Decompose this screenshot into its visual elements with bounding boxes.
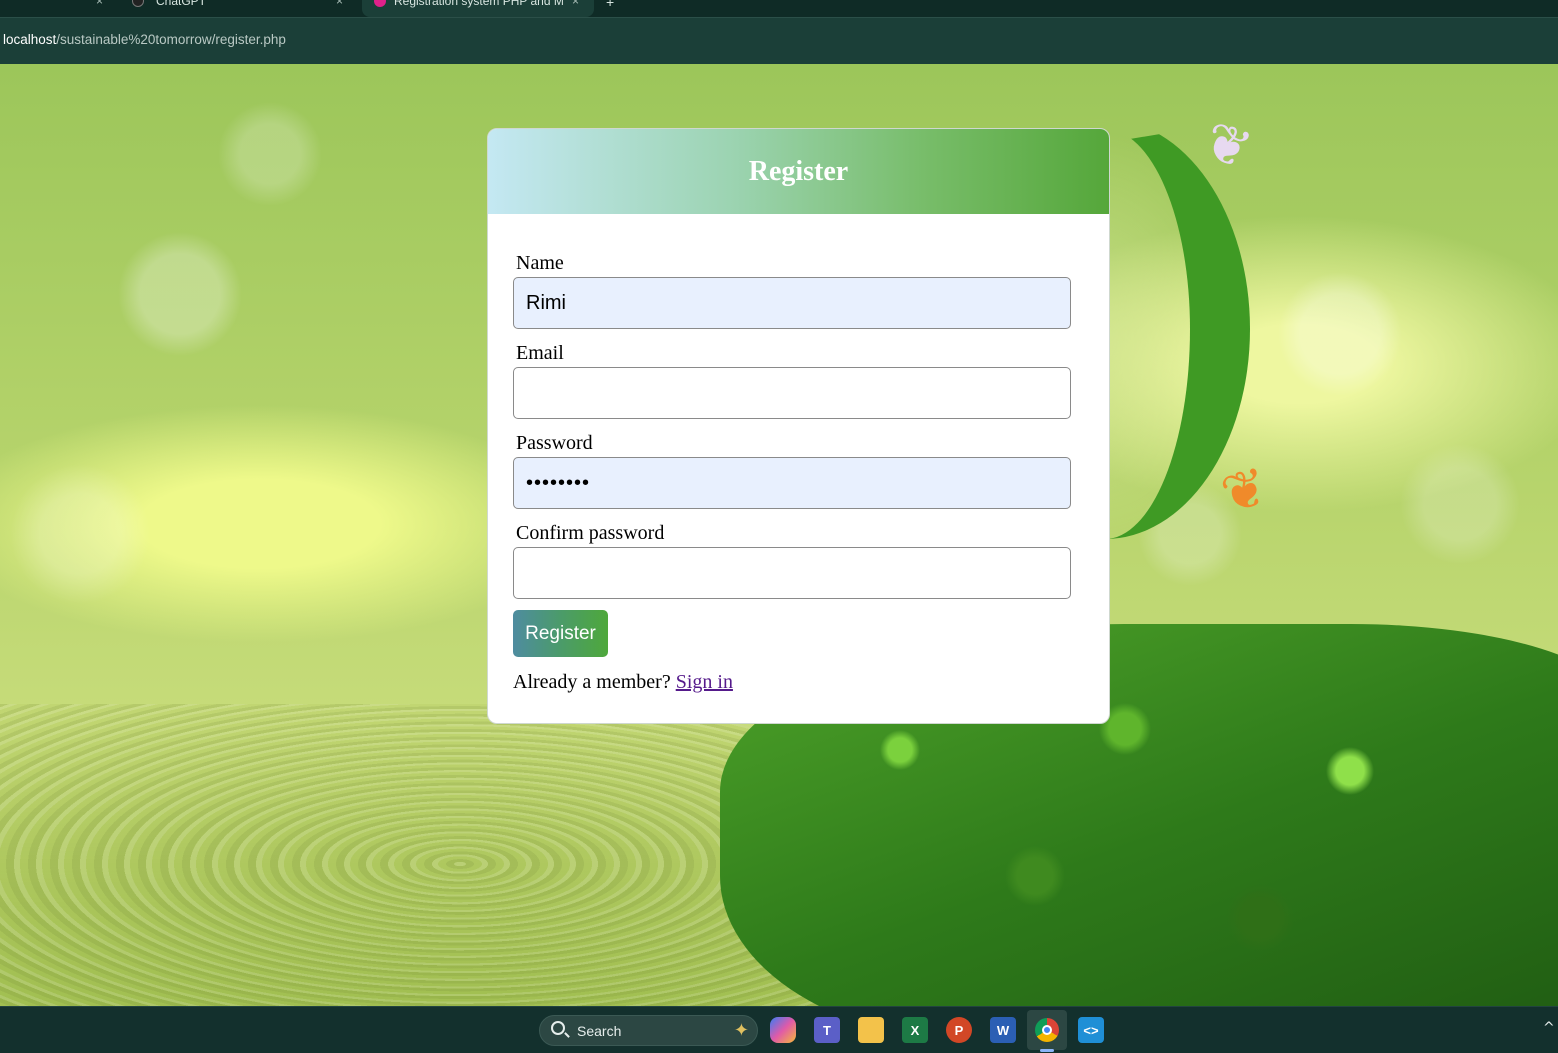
new-tab-button[interactable]: + <box>606 0 614 10</box>
url-path: /sustainable%20tomorrow/register.php <box>56 32 286 47</box>
search-highlight-icon: ✦ <box>733 1020 749 1040</box>
signin-prompt: Already a member? <box>513 671 671 693</box>
chrome-icon <box>1035 1018 1059 1042</box>
registration-favicon-icon <box>374 0 386 7</box>
butterfly-icon: ❦ <box>1196 110 1260 182</box>
url-host: localhost <box>3 32 57 47</box>
name-label: Name <box>516 252 564 274</box>
windows-start-icon[interactable] <box>502 1018 526 1042</box>
active-app-indicator <box>1040 1049 1054 1052</box>
browser-tab-chatgpt[interactable]: ChatGPT × <box>120 0 360 17</box>
register-button[interactable]: Register <box>513 610 608 657</box>
page-background: ❦ ❦ Register Name Email Password Confirm… <box>0 64 1558 1006</box>
confirm-password-field[interactable] <box>513 547 1071 599</box>
card-header: Register <box>488 129 1109 214</box>
tray-chevron-icon[interactable]: ^ <box>1543 1020 1555 1036</box>
taskbar: Search ✦ T X P W <> ^ <box>0 1006 1558 1053</box>
vscode-icon[interactable]: <> <box>1078 1017 1104 1043</box>
chatgpt-favicon-icon <box>132 0 144 7</box>
file-explorer-icon[interactable] <box>858 1017 884 1043</box>
confirm-password-label: Confirm password <box>516 522 665 544</box>
tab-close-icon[interactable]: × <box>96 0 103 8</box>
browser-tab-1[interactable]: × <box>0 0 118 17</box>
password-field[interactable] <box>513 457 1071 509</box>
browser-tab-registration[interactable]: Registration system PHP and M × <box>362 0 594 17</box>
teams-icon[interactable]: T <box>814 1017 840 1043</box>
register-card: Register Name Email Password Confirm pas… <box>487 128 1110 724</box>
tab-close-icon[interactable]: × <box>336 0 343 8</box>
page-title: Register <box>748 155 849 187</box>
excel-icon[interactable]: X <box>902 1017 928 1043</box>
signin-line: Already a member? Sign in <box>513 671 1073 694</box>
taskbar-search-box[interactable]: Search ✦ <box>539 1015 758 1046</box>
address-bar[interactable]: localhost/sustainable%20tomorrow/registe… <box>0 17 1558 64</box>
tab-close-icon[interactable]: × <box>572 0 579 8</box>
password-label: Password <box>516 432 593 454</box>
powerpoint-icon[interactable]: P <box>946 1017 972 1043</box>
email-label: Email <box>516 342 564 364</box>
chrome-taskbar-slot[interactable] <box>1027 1010 1067 1050</box>
tab-title: Registration system PHP and M <box>394 0 564 8</box>
name-field[interactable] <box>513 277 1071 329</box>
word-icon[interactable]: W <box>990 1017 1016 1043</box>
search-label: Search <box>577 1023 622 1039</box>
signin-link[interactable]: Sign in <box>676 671 733 693</box>
url-text[interactable]: localhost/sustainable%20tomorrow/registe… <box>3 32 286 47</box>
email-field[interactable] <box>513 367 1071 419</box>
butterfly-icon: ❦ <box>1215 456 1275 526</box>
browser-tab-strip: × ChatGPT × Registration system PHP and … <box>0 0 1558 17</box>
register-form: Name Email Password Confirm password Reg… <box>513 250 1073 694</box>
tab-title: ChatGPT <box>156 0 207 8</box>
copilot-icon[interactable] <box>770 1017 796 1043</box>
search-icon <box>551 1021 565 1035</box>
